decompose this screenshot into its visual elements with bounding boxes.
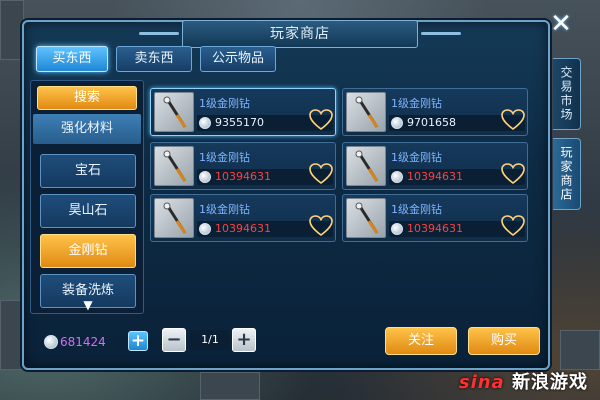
tab-public-items[interactable]: 公示物品 (200, 46, 276, 72)
tab-buy[interactable]: 买东西 (36, 46, 108, 72)
silver-coin-icon (199, 117, 211, 129)
page-next-button[interactable]: + (232, 328, 256, 352)
diamond-drill-icon (346, 92, 386, 132)
currency-balance: 681424 (60, 335, 106, 349)
listing-price: 10394631 (215, 170, 271, 183)
listing-name: 1级金刚钻 (391, 97, 442, 110)
diamond-drill-icon (346, 146, 386, 186)
sina-watermark: sina 新浪游戏 (458, 372, 588, 393)
listing-card[interactable]: 1级金刚钻 10394631 (150, 142, 336, 190)
listing-price: 9355170 (215, 116, 264, 129)
chevron-down-icon[interactable]: ▼ (81, 299, 95, 311)
window-title: 玩家商店 (139, 20, 461, 48)
category-item-diamond-drill[interactable]: 金刚钻 (40, 234, 136, 268)
subcategory-header[interactable]: 强化材料 (33, 114, 141, 144)
diamond-drill-icon (154, 146, 194, 186)
listing-grid: 1级金刚钻 9355170 1级金刚钻 9701658 1级金刚钻 103946… (148, 84, 538, 316)
listing-name: 1级金刚钻 (391, 203, 442, 216)
silver-coin-icon (391, 171, 403, 183)
listing-name: 1级金刚钻 (199, 97, 250, 110)
follow-button[interactable]: 关注 (385, 327, 457, 355)
listing-price: 10394631 (407, 222, 463, 235)
diamond-drill-icon (154, 198, 194, 238)
tab-sell[interactable]: 卖东西 (116, 46, 192, 72)
page-prev-button[interactable]: − (162, 328, 186, 352)
category-item-gem[interactable]: 宝石 (40, 154, 136, 188)
silver-coin-icon (199, 223, 211, 235)
silver-coin-icon (391, 223, 403, 235)
listing-card[interactable]: 1级金刚钻 9355170 (150, 88, 336, 136)
diamond-drill-icon (346, 198, 386, 238)
heart-icon[interactable] (501, 109, 525, 131)
side-tab-player-shop[interactable]: 玩家商店 (553, 138, 581, 210)
close-icon[interactable]: ✕ (548, 11, 574, 38)
listing-card[interactable]: 1级金刚钻 10394631 (342, 142, 528, 190)
listing-price: 10394631 (407, 170, 463, 183)
listing-name: 1级金刚钻 (391, 151, 442, 164)
silver-coin-icon (199, 171, 211, 183)
listing-name: 1级金刚钻 (199, 203, 250, 216)
silver-coin-icon (44, 335, 58, 349)
buy-button[interactable]: 购买 (468, 327, 540, 355)
heart-icon[interactable] (309, 163, 333, 185)
listing-price: 9701658 (407, 116, 456, 129)
diamond-drill-icon (154, 92, 194, 132)
listing-card[interactable]: 1级金刚钻 10394631 (342, 194, 528, 242)
listing-card[interactable]: 1级金刚钻 9701658 (342, 88, 528, 136)
add-currency-button[interactable]: + (128, 331, 148, 351)
listing-card[interactable]: 1级金刚钻 10394631 (150, 194, 336, 242)
heart-icon[interactable] (501, 163, 525, 185)
search-button[interactable]: 搜索 (37, 86, 137, 110)
page-indicator: 1/1 (190, 330, 230, 350)
heart-icon[interactable] (309, 109, 333, 131)
side-tab-trading-market[interactable]: 交易市场 (553, 58, 581, 130)
silver-coin-icon (391, 117, 403, 129)
category-item-haoshan-stone[interactable]: 昊山石 (40, 194, 136, 228)
listing-price: 10394631 (215, 222, 271, 235)
heart-icon[interactable] (501, 215, 525, 237)
heart-icon[interactable] (309, 215, 333, 237)
listing-name: 1级金刚钻 (199, 151, 250, 164)
